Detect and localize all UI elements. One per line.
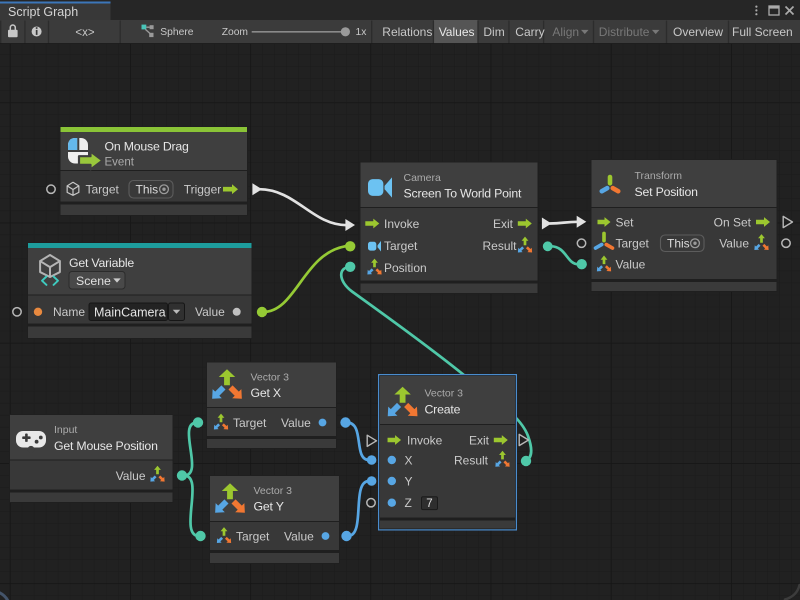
- svg-text:Values: Values: [439, 25, 475, 39]
- svg-text:Target: Target: [86, 183, 120, 197]
- svg-text:Target: Target: [384, 239, 418, 253]
- svg-text:Vector 3: Vector 3: [254, 485, 293, 497]
- svg-text:Target: Target: [233, 416, 267, 430]
- svg-text:Result: Result: [482, 239, 517, 253]
- svg-text:Result: Result: [454, 453, 489, 467]
- svg-text:Value: Value: [616, 258, 646, 272]
- svg-text:Vector 3: Vector 3: [425, 388, 464, 400]
- svg-text:This: This: [667, 237, 690, 251]
- svg-text:Screen To World Point: Screen To World Point: [404, 187, 522, 201]
- svg-text:Exit: Exit: [493, 217, 514, 231]
- svg-text:Position: Position: [384, 261, 427, 275]
- svg-text:Name: Name: [53, 305, 85, 319]
- svg-text:Scene: Scene: [76, 274, 111, 288]
- svg-text:Target: Target: [236, 529, 270, 543]
- svg-text:Get Variable: Get Variable: [69, 256, 134, 270]
- svg-text:7: 7: [426, 498, 432, 510]
- svg-text:Dim: Dim: [483, 25, 504, 39]
- svg-text:Transform: Transform: [635, 170, 683, 182]
- svg-text:Y: Y: [405, 474, 413, 488]
- svg-text:Trigger: Trigger: [184, 183, 222, 197]
- svg-text:1x: 1x: [356, 27, 368, 38]
- svg-text:Get Mouse Position: Get Mouse Position: [54, 439, 158, 453]
- svg-text:Sphere: Sphere: [160, 27, 193, 38]
- svg-text:Relations: Relations: [382, 25, 432, 39]
- svg-text:Value: Value: [281, 416, 311, 430]
- svg-text:Full Screen: Full Screen: [732, 25, 793, 39]
- svg-text:Value: Value: [116, 469, 146, 483]
- svg-text:Zoom: Zoom: [222, 27, 248, 38]
- svg-text:Invoke: Invoke: [384, 217, 420, 231]
- svg-text:Carry: Carry: [515, 25, 544, 39]
- svg-text:This: This: [136, 183, 159, 197]
- svg-text:<x>: <x>: [75, 27, 94, 39]
- svg-text:On Mouse Drag: On Mouse Drag: [105, 140, 190, 154]
- svg-text:Camera: Camera: [404, 172, 442, 184]
- svg-text:On Set: On Set: [714, 215, 752, 229]
- svg-text:Value: Value: [195, 305, 225, 319]
- svg-text:Vector 3: Vector 3: [251, 372, 290, 384]
- svg-text:Exit: Exit: [469, 433, 490, 447]
- svg-text:Overview: Overview: [673, 25, 723, 39]
- svg-text:Value: Value: [284, 529, 314, 543]
- svg-text:Script Graph: Script Graph: [8, 5, 78, 19]
- svg-text:Invoke: Invoke: [407, 433, 443, 447]
- svg-text:Z: Z: [405, 496, 412, 510]
- svg-text:Get X: Get X: [251, 386, 281, 400]
- svg-text:X: X: [405, 453, 413, 467]
- svg-text:Get Y: Get Y: [254, 500, 284, 514]
- svg-text:Input: Input: [54, 424, 77, 436]
- svg-text:MainCamera: MainCamera: [94, 305, 166, 319]
- svg-text:Distribute: Distribute: [599, 25, 650, 39]
- svg-text:Event: Event: [105, 157, 135, 169]
- svg-text:Align: Align: [552, 25, 579, 39]
- svg-text:Create: Create: [425, 403, 461, 417]
- svg-text:Target: Target: [616, 237, 650, 251]
- svg-text:Set: Set: [616, 215, 635, 229]
- svg-text:Value: Value: [719, 237, 749, 251]
- svg-text:Set Position: Set Position: [635, 185, 699, 199]
